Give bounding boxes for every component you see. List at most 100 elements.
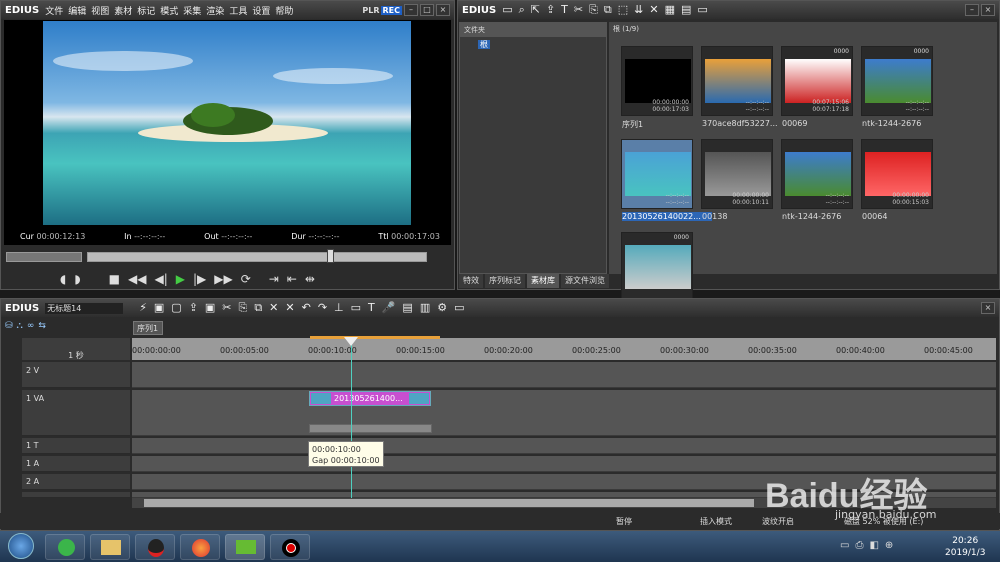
shuttle-slider[interactable] [6, 252, 82, 262]
cur-timecode: 00:00:12:13 [36, 232, 86, 241]
bin-clip[interactable]: 0000 [621, 232, 693, 302]
player-titlebar: EDIUS 文件 编辑 视图 素材 标记 模式 采集 渲染 工具 设置 帮助 PLR REC – □… [1, 1, 454, 19]
bin-toolbar[interactable]: ▭⌕⇱⇪T✂⎘⧉⬚⇊✕▦▤▭ [502, 3, 714, 17]
clip-name: 370ace8df53227... [702, 119, 778, 128]
timeline-cursor[interactable] [351, 338, 352, 498]
bin-tabs: 特效 序列标记 素材库 源文件浏览 [459, 274, 997, 288]
menu-mode[interactable]: 模式 [160, 7, 178, 17]
menu-capture[interactable]: 采集 [183, 7, 201, 17]
position-handle[interactable] [327, 249, 334, 263]
menu-view[interactable]: 视图 [91, 7, 109, 17]
track-header-1va[interactable]: 1 VA [22, 390, 130, 436]
taskbar-explorer-icon[interactable] [90, 534, 130, 560]
track-header-2v[interactable]: 2 V [22, 362, 130, 388]
clip-thumb-start [311, 393, 331, 404]
loop-icon[interactable]: ⟳ [241, 272, 251, 286]
ruler-tick-label: 00:00:30:00 [660, 346, 709, 355]
step-back-icon[interactable]: ◀| [154, 272, 167, 286]
insert-icon[interactable]: ⇥ [269, 272, 279, 286]
track-header-2a[interactable]: 2 A [22, 474, 130, 490]
menu-help[interactable]: 帮助 [275, 7, 293, 17]
scrollbar-thumb[interactable] [144, 499, 754, 507]
tab-bin[interactable]: 素材库 [527, 274, 559, 288]
track-2v[interactable] [132, 362, 996, 388]
overwrite-icon[interactable]: ⇤ [287, 272, 297, 286]
clip-tc-in: --:--:--:-- [825, 192, 849, 199]
taskbar-qq-icon[interactable] [135, 534, 175, 560]
play-icon[interactable]: ▶ [176, 272, 185, 286]
clip-tc-out: 00:00:10:11 [732, 199, 769, 206]
track-1t[interactable] [132, 438, 996, 454]
bin-clip[interactable]: 0000 00:07:15:06 00:07:17:18 00069 [781, 46, 853, 128]
menu-file[interactable]: 文件 [45, 7, 63, 17]
timeline-close-button[interactable]: × [981, 302, 995, 314]
stop-icon[interactable]: ■ [109, 272, 120, 286]
transport-controls: ◖ ◗ ■ ◀◀ ◀| ▶ |▶ ▶▶ ⟳ ⇥ ⇤ ⇹ [60, 270, 450, 288]
step-forward-icon[interactable]: |▶ [193, 272, 206, 286]
minimize-button[interactable]: – [404, 4, 418, 16]
bin-minimize-button[interactable]: – [965, 4, 979, 16]
bin-clip[interactable]: 00:00:00:00 00:00:17:03 序列1 [621, 46, 693, 129]
plr-indicator[interactable]: PLR [362, 6, 379, 15]
clip-tc-in: 00:07:15:06 [812, 99, 849, 106]
link-icon[interactable]: ∞ [27, 321, 35, 335]
menu-render[interactable]: 渲染 [206, 7, 224, 17]
taskbar-recorder-icon[interactable] [270, 534, 310, 560]
edius-logo: EDIUS [5, 4, 40, 16]
bin-clip[interactable]: 00:00:00:00 00:00:15:03 00064 [861, 139, 933, 221]
tray-icons[interactable]: ▭⎙◧⊕ [840, 540, 899, 551]
clip-timecodes: --:--:--:-- --:--:--:-- [906, 99, 929, 113]
track-header-1a[interactable]: 1 A [22, 456, 130, 472]
tab-effects[interactable]: 特效 [459, 274, 483, 288]
taskbar-edius-icon[interactable] [225, 534, 265, 560]
bin-clip[interactable]: --:--:--:-- --:--:--:-- 20130526140022... [621, 139, 712, 221]
position-slider[interactable] [87, 252, 427, 262]
menu-clip[interactable]: 素材 [114, 7, 132, 17]
clip-name: ntk-1244-2676 [782, 212, 842, 221]
scale-control[interactable]: 1 秒 [22, 338, 130, 360]
clock[interactable]: 20:26 2019/1/3 [945, 535, 985, 559]
fast-forward-icon[interactable]: ▶▶ [214, 272, 232, 286]
rec-indicator[interactable]: REC [380, 5, 402, 15]
menu-settings[interactable]: 设置 [252, 7, 270, 17]
close-button[interactable]: × [436, 4, 450, 16]
track-1va[interactable] [132, 390, 996, 436]
start-button[interactable] [8, 533, 34, 559]
bin-clip[interactable]: --:--:--:-- --:--:--:-- 370ace8df53227... [701, 46, 778, 128]
ruler-tick-label: 00:00:45:00 [924, 346, 973, 355]
taskbar-firefox-icon[interactable] [180, 534, 220, 560]
tool-icon-1[interactable]: ⛁ [5, 321, 13, 335]
timeline-toolbar[interactable]: ⚡▣▢⇪▣✂⎘⧉✕✕↶↷⊥▭T🎤▤▥⚙▭ [139, 301, 471, 315]
bin-clip[interactable]: 00:00:00:00 00:00:10:11 00138 [701, 139, 773, 221]
audio-clip[interactable] [309, 424, 432, 433]
tab-sequence-markers[interactable]: 序列标记 [485, 274, 525, 288]
timeline-clip[interactable]: 201305261400... [309, 391, 431, 406]
folder-root-label: 根 [478, 40, 490, 49]
ttl-label: Ttl [378, 232, 389, 241]
menu-edit[interactable]: 编辑 [68, 7, 86, 17]
sync-icon[interactable]: ⇆ [38, 321, 46, 335]
mark-out-icon[interactable]: ◗ [74, 272, 80, 286]
tab-source-browser[interactable]: 源文件浏览 [561, 274, 609, 288]
clip-tc-in: --:--:--:-- [665, 192, 689, 199]
taskbar-360-icon[interactable] [45, 534, 85, 560]
mark-in-icon[interactable]: ◖ [60, 272, 66, 286]
bin-logo: EDIUS [462, 4, 497, 16]
clip-tc-in: --:--:--:-- [905, 99, 929, 106]
tool-icon-2[interactable]: ⛬ [17, 321, 23, 335]
folder-root[interactable]: 根 [460, 37, 606, 52]
bin-close-button[interactable]: × [981, 4, 995, 16]
track-header-1t[interactable]: 1 T [22, 438, 130, 454]
menu-tools[interactable]: 工具 [229, 7, 247, 17]
bin-clip[interactable]: 0000 --:--:--:-- --:--:--:-- ntk-1244-2676 [861, 46, 933, 128]
maximize-button[interactable]: □ [420, 4, 434, 16]
cursor-head-icon[interactable] [344, 337, 358, 346]
clip-thumbnail [625, 59, 691, 103]
clip-timecodes: 00:00:00:00 00:00:15:03 [892, 192, 929, 206]
sequence-tab[interactable]: 序列1 [133, 321, 163, 335]
trim-icon[interactable]: ⇹ [305, 272, 315, 286]
bin-clip[interactable]: --:--:--:-- --:--:--:-- ntk-1244-2676 [781, 139, 853, 221]
track-header-3a[interactable]: 3 A [22, 492, 130, 498]
menu-marker[interactable]: 标记 [137, 7, 155, 17]
rewind-icon[interactable]: ◀◀ [128, 272, 146, 286]
